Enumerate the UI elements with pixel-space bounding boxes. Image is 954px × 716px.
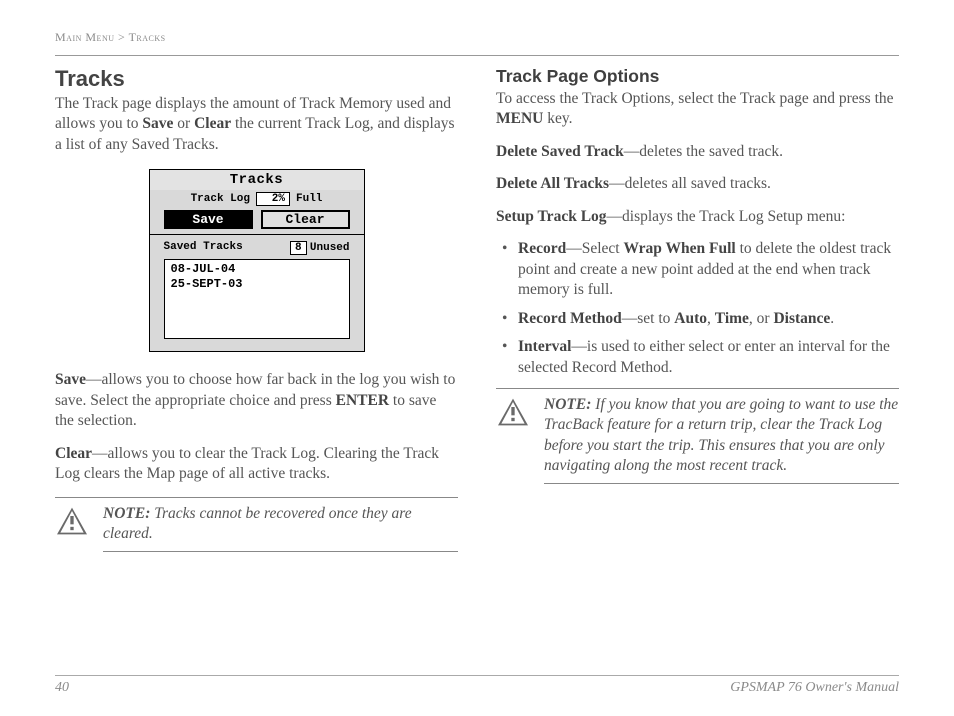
save-word: Save (142, 115, 173, 132)
device-clear-button[interactable]: Clear (261, 210, 350, 229)
options-heading: Track Page Options (496, 66, 899, 87)
unused-label: Unused (310, 242, 350, 254)
clear-paragraph: Clear—allows you to clear the Track Log.… (55, 444, 458, 485)
note-right-text: NOTE: If you know that you are going to … (544, 395, 899, 484)
right-column: Track Page Options To access the Track O… (496, 66, 899, 552)
tracklog-row: Track Log 2% Full (150, 190, 364, 208)
list-item[interactable]: 25-SEPT-03 (171, 277, 343, 292)
intro-paragraph: The Track page displays the amount of Tr… (55, 94, 458, 155)
opt-delete-all: Delete All Tracks—deletes all saved trac… (496, 174, 899, 194)
note-right: NOTE: If you know that you are going to … (496, 388, 899, 484)
breadcrumb-main: Main Menu (55, 30, 115, 44)
save-paragraph: Save—allows you to choose how far back i… (55, 370, 458, 431)
breadcrumb-sep: > (118, 30, 129, 44)
note-left-text: NOTE: Tracks cannot be recovered once th… (103, 504, 458, 552)
divider-top (55, 55, 899, 56)
breadcrumb-sub: Tracks (129, 30, 166, 44)
options-intro: To access the Track Options, select the … (496, 89, 899, 130)
note-left: NOTE: Tracks cannot be recovered once th… (55, 497, 458, 552)
device-title: Tracks (150, 170, 364, 190)
bullet-record: Record—Select Wrap When Full to delete t… (518, 239, 899, 300)
menu-key: MENU (496, 110, 543, 127)
warning-icon (55, 506, 89, 536)
opt-setup-tracklog: Setup Track Log—displays the Track Log S… (496, 207, 899, 227)
clear-word: Clear (194, 115, 231, 132)
tracklog-full: Full (296, 193, 322, 205)
device-screenshot: Tracks Track Log 2% Full Save Clear Save… (55, 169, 458, 352)
tracklog-percent: 2% (256, 192, 290, 206)
page-number: 40 (55, 680, 69, 696)
save-label: Save (55, 371, 86, 388)
bullet-record-method: Record Method—set to Auto, Time, or Dist… (518, 309, 899, 329)
breadcrumb: Main Menu > Tracks (55, 30, 899, 45)
page-title: Tracks (55, 66, 458, 92)
bullet-interval: Interval—is used to either select or ent… (518, 337, 899, 378)
saved-tracks-list[interactable]: 08-JUL-04 25-SEPT-03 (164, 259, 350, 339)
warning-icon (496, 397, 530, 427)
list-item[interactable]: 08-JUL-04 (171, 262, 343, 277)
manual-title: GPSMAP 76 Owner's Manual (730, 680, 899, 696)
setup-bullets: Record—Select Wrap When Full to delete t… (496, 239, 899, 378)
saved-tracks-row: Saved Tracks 8 Unused (150, 235, 364, 256)
left-column: Tracks The Track page displays the amoun… (55, 66, 458, 552)
tracklog-label: Track Log (191, 193, 250, 205)
enter-key: ENTER (336, 392, 389, 409)
saved-tracks-label: Saved Tracks (164, 241, 243, 253)
opt-delete-saved: Delete Saved Track—deletes the saved tra… (496, 142, 899, 162)
unused-count: 8 (290, 241, 307, 255)
device-save-button[interactable]: Save (164, 210, 253, 229)
clear-label: Clear (55, 445, 92, 462)
page-footer: 40 GPSMAP 76 Owner's Manual (55, 675, 899, 696)
